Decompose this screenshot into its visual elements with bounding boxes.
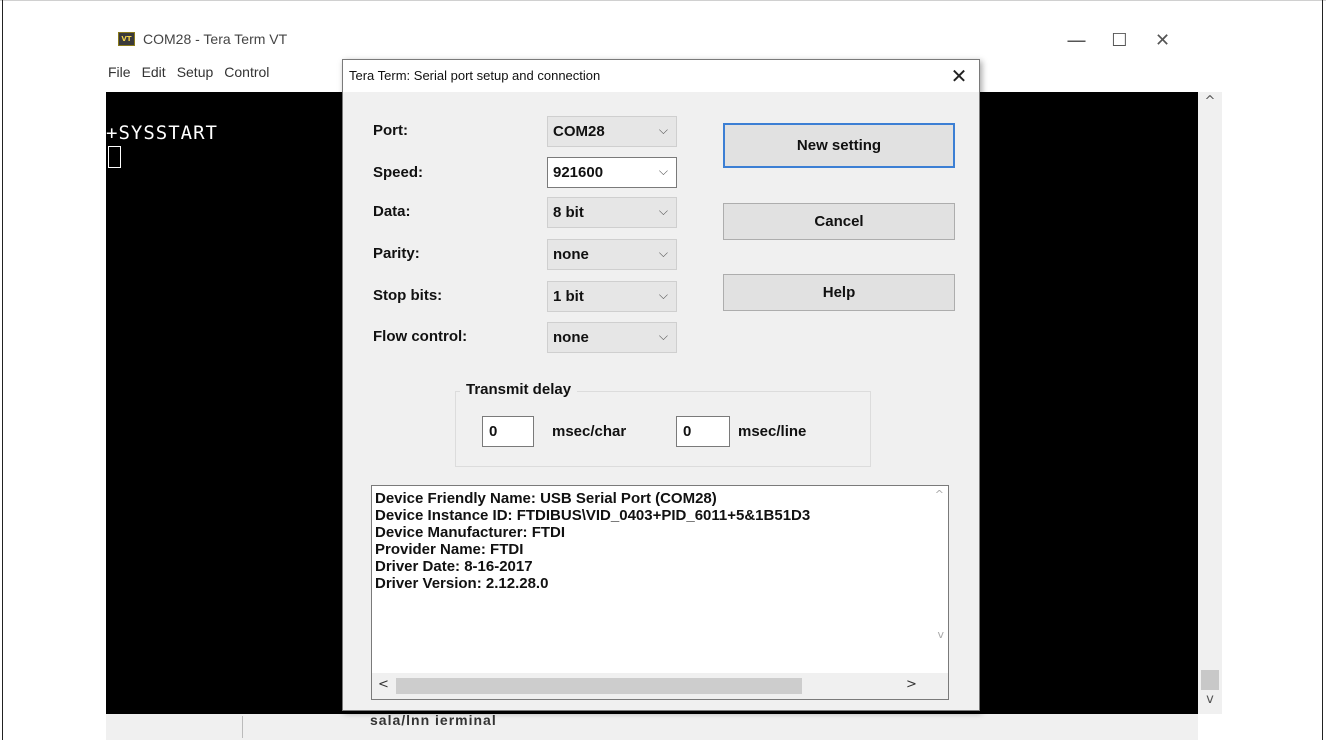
tera-term-app-icon[interactable]: VT — [118, 32, 135, 46]
stop-bits-value: 1 bit — [553, 288, 584, 305]
speed-label: Speed: — [373, 164, 424, 181]
help-button[interactable]: Help — [723, 274, 955, 311]
chevron-down-icon: ⌵ — [658, 204, 668, 218]
menu-edit[interactable]: Edit — [142, 64, 166, 84]
msec-char-unit: msec/char — [552, 423, 627, 440]
info-line: Device Friendly Name: USB Serial Port (C… — [375, 490, 717, 507]
terminal-output-line: +SYSSTART — [106, 122, 218, 144]
info-scroll-down-icon[interactable]: v — [937, 628, 944, 641]
data-label: Data: — [373, 203, 411, 220]
info-line: Device Instance ID: FTDIBUS\VID_0403+PID… — [375, 507, 811, 524]
port-label: Port: — [373, 122, 408, 139]
frame-right-border — [1322, 0, 1323, 740]
msec-line-input[interactable]: 0 — [676, 416, 730, 447]
flow-control-select[interactable]: none ⌵ — [547, 322, 677, 353]
speed-value: 921600 — [553, 164, 604, 181]
msec-line-unit: msec/line — [738, 423, 807, 440]
scroll-right-icon[interactable]: > — [906, 677, 917, 692]
horizontal-scroll-thumb[interactable] — [396, 678, 802, 694]
device-info-textbox[interactable]: Device Friendly Name: USB Serial Port (C… — [371, 485, 949, 700]
maximize-icon[interactable]: ☐ — [1098, 26, 1141, 54]
info-line: Driver Date: 8-16-2017 — [375, 558, 533, 575]
menu-bar: File Edit Setup Control — [108, 64, 269, 84]
new-setting-button[interactable]: New setting — [723, 123, 955, 168]
scroll-left-icon[interactable]: < — [378, 677, 389, 692]
parity-label: Parity: — [373, 245, 420, 262]
msec-char-input[interactable]: 0 — [482, 416, 534, 447]
stop-bits-select[interactable]: 1 bit ⌵ — [547, 281, 677, 312]
window-controls: — ☐ ✕ — [1055, 26, 1184, 54]
chevron-down-icon: ⌵ — [658, 123, 668, 137]
chevron-down-icon: ⌵ — [658, 288, 668, 302]
speed-combobox[interactable]: 921600 ⌵ — [547, 157, 677, 188]
msec-char-value: 0 — [489, 423, 498, 440]
data-select[interactable]: 8 bit ⌵ — [547, 197, 677, 228]
flow-control-label: Flow control: — [373, 328, 468, 345]
dialog-titlebar[interactable]: Tera Term: Serial port setup and connect… — [343, 60, 979, 92]
window-titlebar: VT COM28 - Tera Term VT — [118, 28, 287, 50]
info-line: Device Manufacturer: FTDI — [375, 524, 566, 541]
port-value: COM28 — [553, 123, 605, 140]
info-line: Driver Version: 2.12.28.0 — [375, 575, 549, 592]
window-title: COM28 - Tera Term VT — [143, 31, 288, 47]
data-value: 8 bit — [553, 204, 584, 221]
scroll-up-icon[interactable]: ^ — [1198, 94, 1222, 114]
status-divider — [242, 716, 243, 738]
transmit-delay-group: Transmit delay 0 msec/char 0 msec/line — [455, 381, 871, 467]
stop-bits-label: Stop bits: — [373, 287, 443, 304]
terminal-vertical-scrollbar[interactable]: ^ v — [1198, 92, 1222, 714]
chevron-down-icon: ⌵ — [658, 329, 668, 343]
info-horizontal-scrollbar[interactable]: < > — [372, 673, 948, 699]
frame-left-border — [2, 0, 3, 740]
serial-port-setup-dialog: Tera Term: Serial port setup and connect… — [342, 59, 980, 711]
scroll-thumb[interactable] — [1201, 670, 1219, 690]
terminal-cursor — [108, 146, 121, 168]
status-bar: sala/lnn ierminal — [106, 712, 1198, 740]
chevron-down-icon: ⌵ — [658, 164, 668, 178]
menu-control[interactable]: Control — [224, 64, 269, 84]
dialog-title: Tera Term: Serial port setup and connect… — [349, 68, 601, 83]
info-scroll-up-icon[interactable]: ^ — [935, 488, 944, 501]
port-select[interactable]: COM28 ⌵ — [547, 116, 677, 147]
transmit-delay-legend: Transmit delay — [460, 381, 578, 398]
parity-value: none — [553, 246, 589, 263]
chevron-down-icon: ⌵ — [658, 246, 668, 260]
minimize-icon[interactable]: — — [1055, 26, 1098, 54]
info-line: Provider Name: FTDI — [375, 541, 524, 558]
parity-select[interactable]: none ⌵ — [547, 239, 677, 270]
frame-top — [0, 0, 1326, 1]
msec-line-value: 0 — [683, 423, 692, 440]
flow-control-value: none — [553, 329, 589, 346]
dialog-close-icon[interactable]: ✕ — [945, 64, 973, 88]
menu-setup[interactable]: Setup — [177, 64, 214, 84]
cancel-button[interactable]: Cancel — [723, 203, 955, 240]
close-icon[interactable]: ✕ — [1141, 26, 1184, 54]
scroll-down-icon[interactable]: v — [1198, 692, 1222, 712]
status-text: sala/lnn ierminal — [370, 712, 497, 728]
menu-file[interactable]: File — [108, 64, 131, 84]
